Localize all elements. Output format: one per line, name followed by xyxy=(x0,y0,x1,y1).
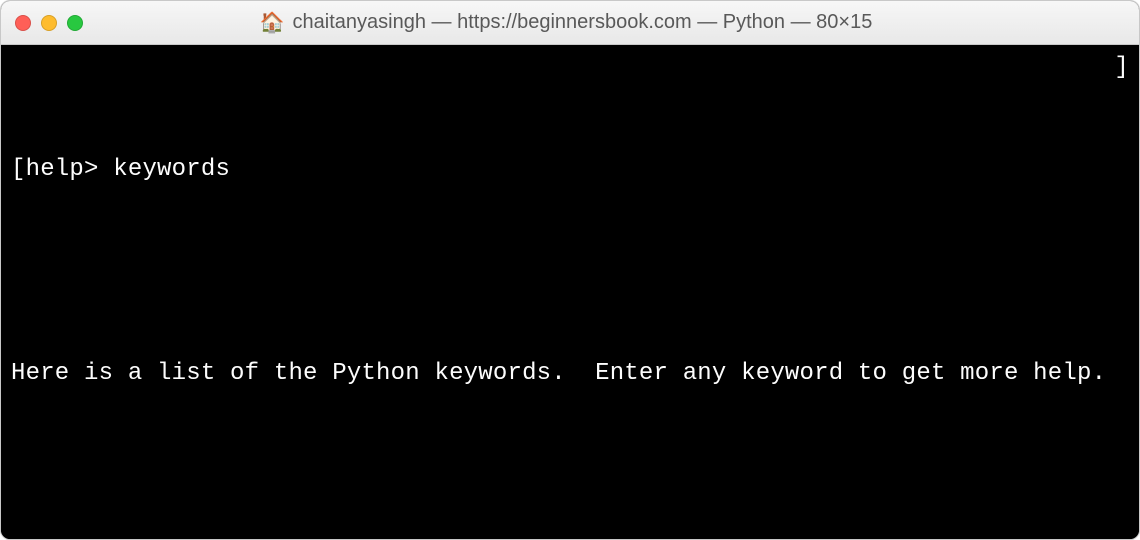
command-text: keywords xyxy=(113,153,230,187)
blank-line xyxy=(11,255,1129,289)
window-title-wrap: 🏠 chaitanyasingh — https://beginnersbook… xyxy=(7,11,1125,34)
terminal-window: 🏠 chaitanyasingh — https://beginnersbook… xyxy=(0,0,1140,540)
home-icon: 🏠 xyxy=(260,13,285,33)
blank-line xyxy=(11,459,1129,493)
space xyxy=(99,153,114,187)
terminal-body[interactable]: ] [help> keywords Here is a list of the … xyxy=(1,45,1139,539)
prompt-line-1: [help> keywords xyxy=(11,153,1129,187)
prompt-open: [help> xyxy=(11,153,99,187)
right-bracket: ] xyxy=(1114,51,1129,85)
window-title: chaitanyasingh — https://beginnersbook.c… xyxy=(293,11,873,34)
titlebar: 🏠 chaitanyasingh — https://beginnersbook… xyxy=(1,1,1139,45)
help-message: Here is a list of the Python keywords. E… xyxy=(11,357,1129,391)
